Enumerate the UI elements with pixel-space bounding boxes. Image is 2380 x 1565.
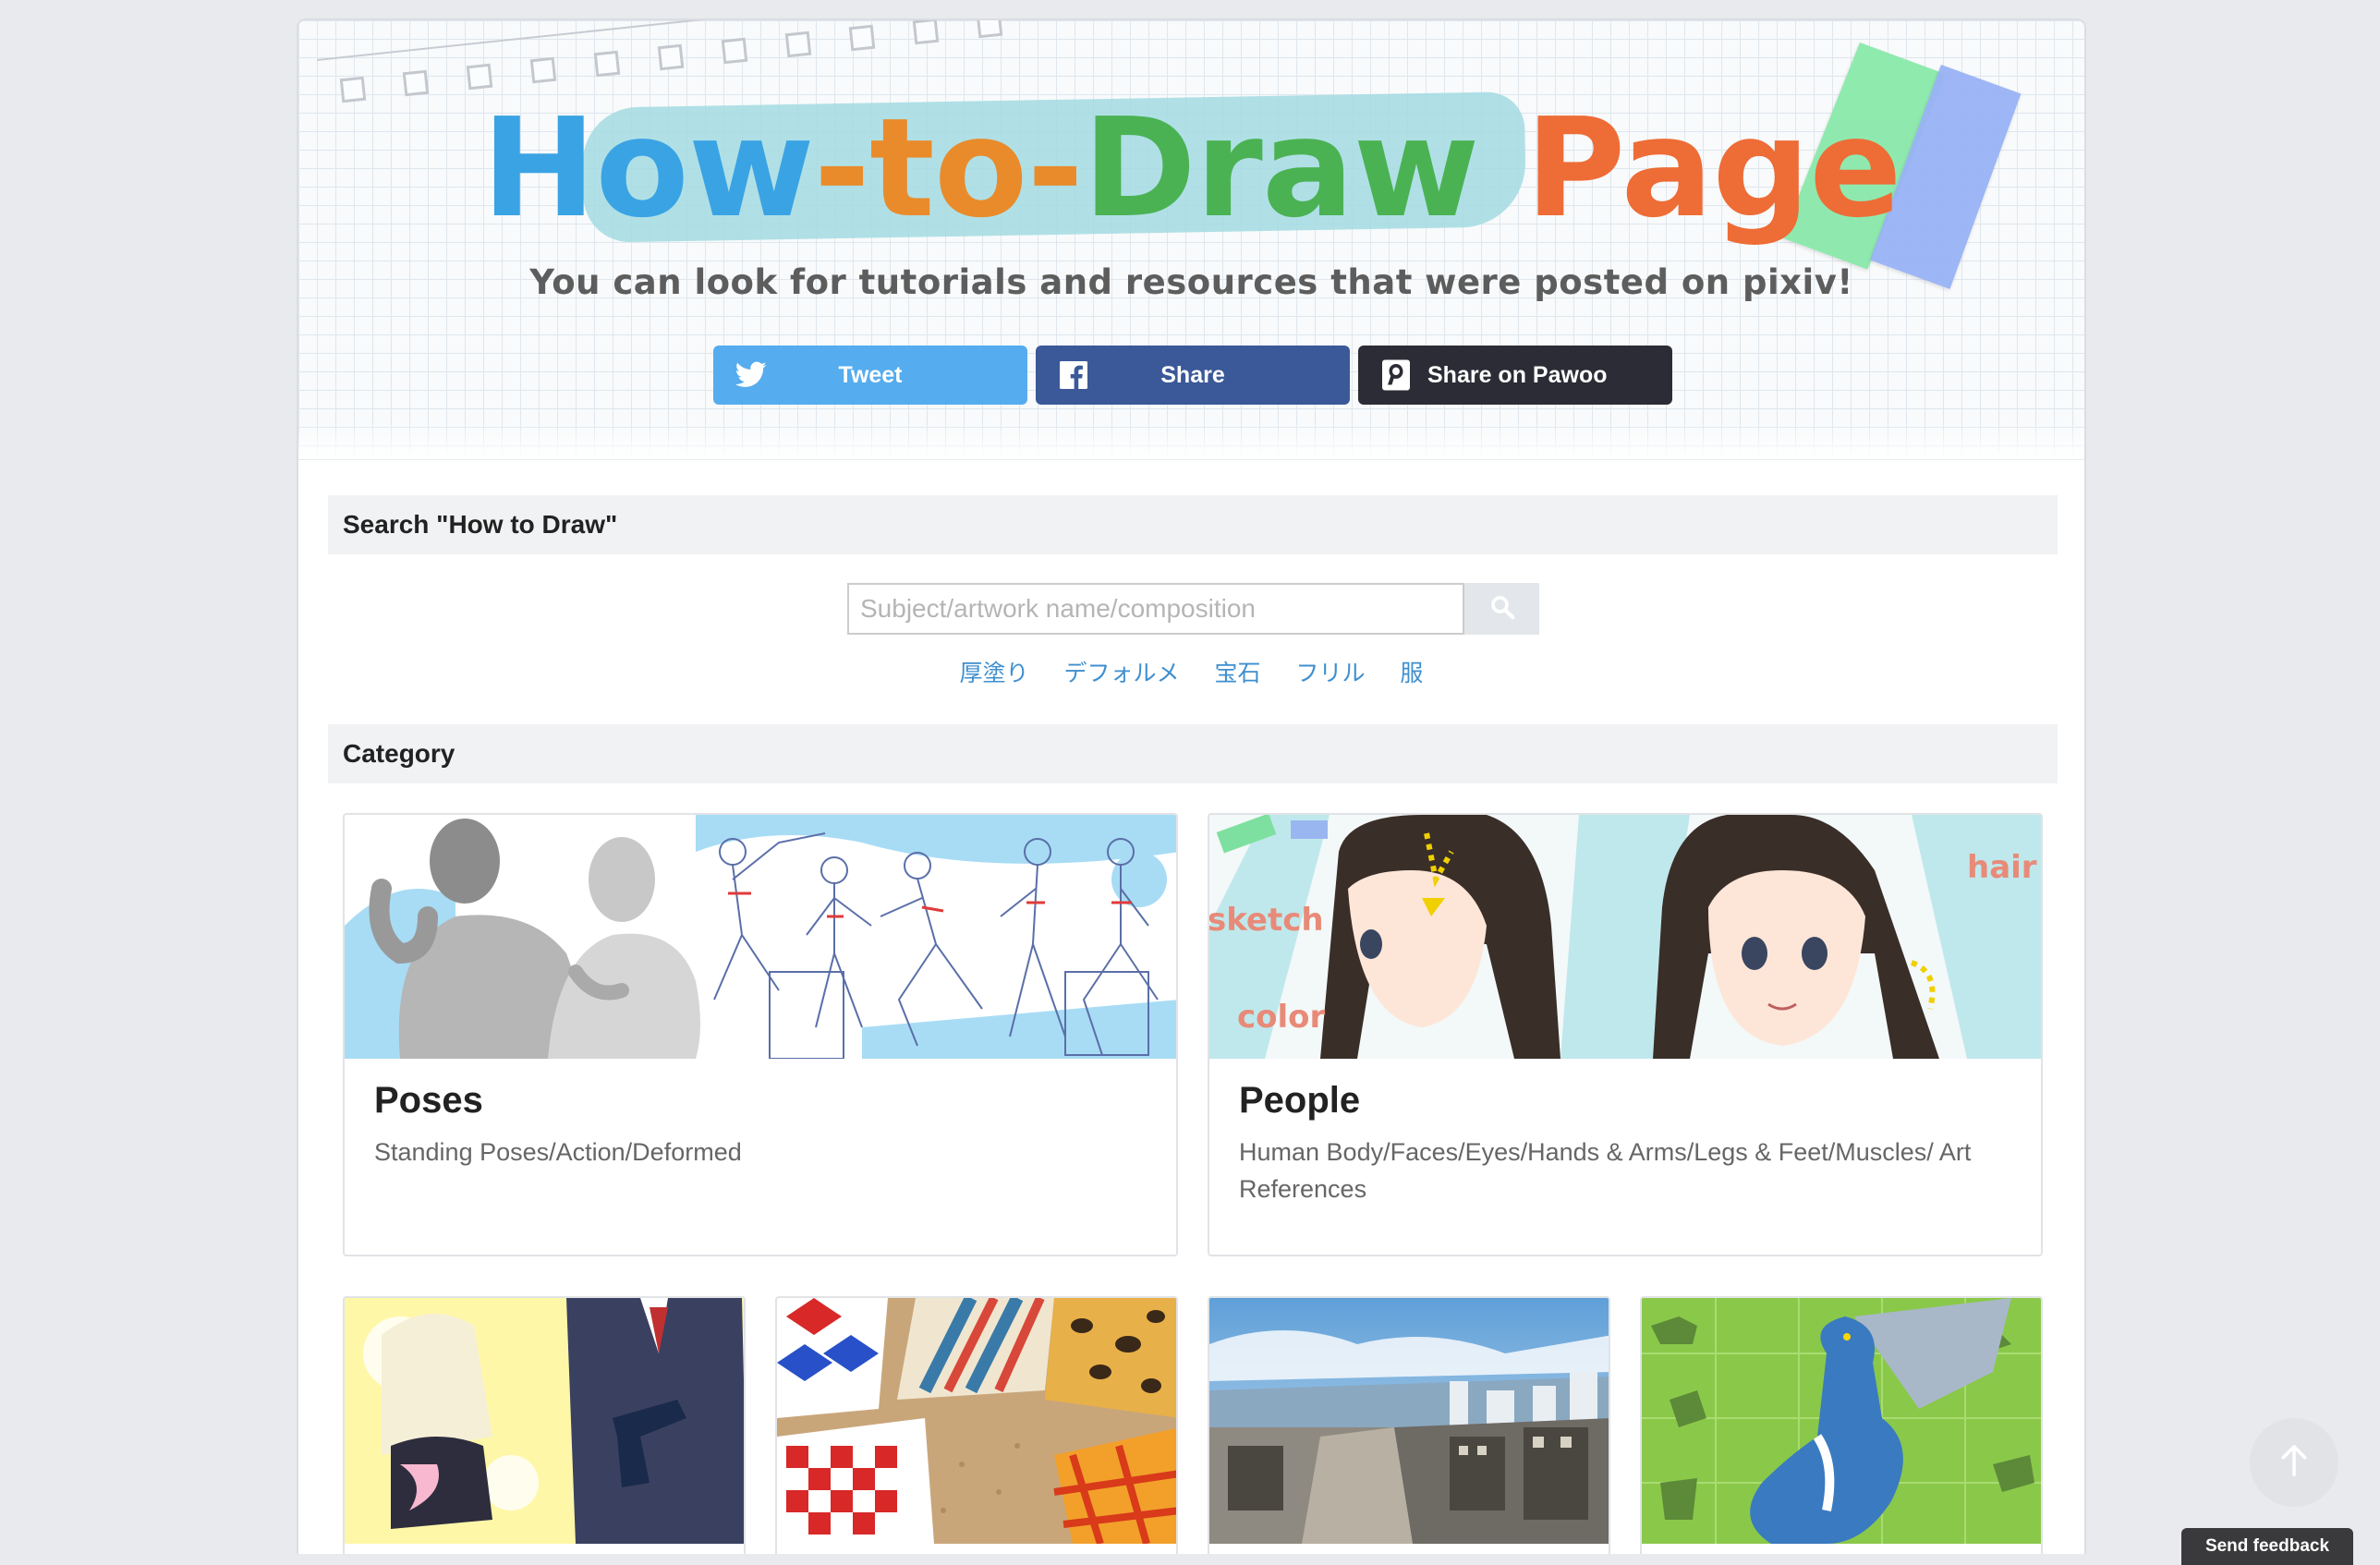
back-to-top-button[interactable] xyxy=(2250,1418,2338,1507)
pawoo-share-label: Share on Pawoo xyxy=(1427,361,1608,388)
facebook-icon xyxy=(1056,358,1091,392)
tweet-button[interactable]: Tweet xyxy=(713,346,1027,405)
category-section-heading: Category xyxy=(328,724,2058,783)
search-section-heading: Search "How to Draw" xyxy=(328,495,2058,554)
tag-link[interactable]: フリル xyxy=(1295,660,1365,686)
card-description: Standing Poses/Action/Deformed xyxy=(374,1138,742,1166)
search-icon xyxy=(1488,593,1516,625)
patterns-thumbnail xyxy=(777,1298,1176,1544)
category-card-patterns[interactable] xyxy=(775,1296,1178,1554)
page-container: How-to-Draw Page You can look for tutori… xyxy=(297,18,2086,1554)
share-buttons: Tweet Share Share on Pawoo xyxy=(713,346,1672,405)
tweet-label: Tweet xyxy=(838,361,903,388)
category-card-people[interactable]: sketch color hair People Human Body/Face… xyxy=(1208,813,2043,1256)
arrow-up-icon xyxy=(2276,1442,2313,1484)
tag-link[interactable]: デフォルメ xyxy=(1064,660,1180,686)
animals-thumbnail xyxy=(1642,1298,2041,1544)
search-input[interactable] xyxy=(847,583,1464,635)
poses-thumbnail xyxy=(345,815,1176,1059)
tag-link[interactable]: 服 xyxy=(1400,660,1423,686)
card-title: People xyxy=(1239,1080,1361,1121)
clothing-thumbnail xyxy=(345,1298,744,1544)
send-feedback-button[interactable]: Send feedback xyxy=(2181,1528,2353,1565)
tag-link[interactable]: 厚塗り xyxy=(960,660,1029,686)
search-button[interactable] xyxy=(1464,583,1539,635)
people-thumbnail: sketch color hair xyxy=(1209,815,2041,1059)
twitter-icon xyxy=(734,358,769,392)
card-description: Human Body/Faces/Eyes/Hands & Arms/Legs … xyxy=(1239,1138,1972,1203)
hero-banner: How-to-Draw Page You can look for tutori… xyxy=(298,20,2084,460)
tag-link[interactable]: 宝石 xyxy=(1214,660,1260,686)
backgrounds-thumbnail xyxy=(1209,1298,1609,1544)
facebook-share-label: Share xyxy=(1160,361,1225,388)
color-label: color xyxy=(1237,999,1326,1036)
hair-label: hair xyxy=(1967,849,2037,886)
facebook-share-button[interactable]: Share xyxy=(1036,346,1350,405)
page-subtitle: You can look for tutorials and resources… xyxy=(529,262,1853,302)
pawoo-icon xyxy=(1378,358,1414,392)
popular-tags: 厚塗り デフォルメ 宝石 フリル 服 xyxy=(298,655,2084,688)
pawoo-share-button[interactable]: Share on Pawoo xyxy=(1358,346,1672,405)
category-card-poses[interactable]: Poses Standing Poses/Action/Deformed xyxy=(343,813,1178,1256)
sketch-label: sketch xyxy=(1209,902,1324,939)
category-card-animals[interactable] xyxy=(1640,1296,2043,1554)
category-card-clothing[interactable] xyxy=(343,1296,746,1554)
search-bar xyxy=(847,583,1539,635)
page-title: How-to-Draw Page xyxy=(481,89,1901,248)
card-title: Poses xyxy=(374,1080,483,1121)
category-card-backgrounds[interactable] xyxy=(1208,1296,1610,1554)
